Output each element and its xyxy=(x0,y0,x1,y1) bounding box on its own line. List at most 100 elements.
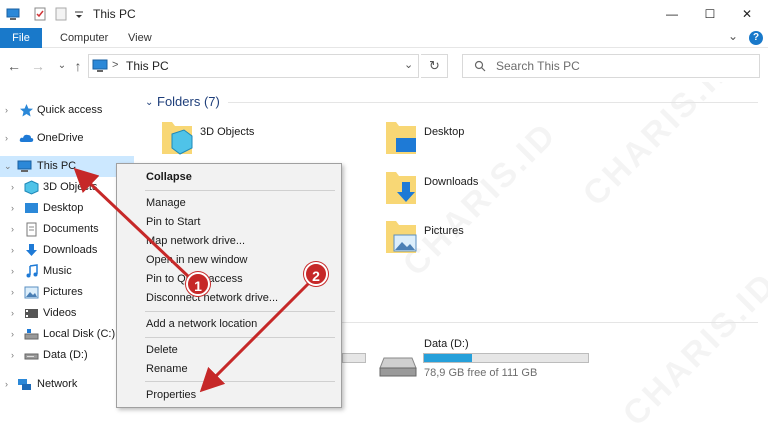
chevron-right-icon[interactable]: › xyxy=(11,308,14,318)
computer-icon xyxy=(6,8,20,20)
back-button[interactable]: ← xyxy=(6,58,22,74)
nav-item-downloads[interactable]: › Downloads xyxy=(0,240,134,261)
nav-item-network[interactable]: › Network xyxy=(0,374,134,395)
properties-icon[interactable] xyxy=(33,7,47,21)
nav-item-this-pc[interactable]: ⌄ This PC xyxy=(0,156,134,177)
chevron-right-icon[interactable]: › xyxy=(5,105,8,115)
search-placeholder: Search This PC xyxy=(496,59,580,73)
pictures-folder-icon xyxy=(386,221,417,253)
chevron-right-icon[interactable]: › xyxy=(11,224,14,234)
nav-item-label: Videos xyxy=(43,307,77,319)
menu-item-rename[interactable]: Rename xyxy=(118,360,340,379)
nav-item-label: Downloads xyxy=(43,244,98,256)
tab-computer[interactable]: Computer xyxy=(50,28,118,48)
drive-icon xyxy=(24,353,39,360)
annotation-badge-2: 2 xyxy=(304,262,328,286)
context-menu: Collapse Manage Pin to Start Map network… xyxy=(116,163,342,408)
customize-toolbar-icon[interactable] xyxy=(72,7,86,21)
minimize-button[interactable]: — xyxy=(652,0,692,28)
document-icon xyxy=(26,222,37,237)
drive-usage-fill xyxy=(424,354,472,362)
nav-item-data-d[interactable]: › Data (D:) xyxy=(0,345,134,366)
group-divider xyxy=(228,102,758,103)
nav-item-quick-access[interactable]: › Quick access xyxy=(0,100,134,121)
chevron-right-icon[interactable]: › xyxy=(11,329,14,339)
refresh-button[interactable]: ↻ xyxy=(421,54,448,78)
menu-item-map-network-drive[interactable]: Map network drive... xyxy=(118,232,340,251)
chevron-down-icon[interactable]: ⌄ xyxy=(4,161,12,172)
nav-item-3d-objects[interactable]: › 3D Objects xyxy=(0,177,134,198)
menu-item-pin-to-start[interactable]: Pin to Start xyxy=(118,213,340,232)
star-icon xyxy=(20,104,33,117)
address-dropdown-button[interactable]: ⌄ xyxy=(404,58,413,71)
cube-folder-icon xyxy=(162,122,193,155)
breadcrumb[interactable]: This PC xyxy=(126,59,169,73)
desktop-icon xyxy=(25,203,38,213)
menu-item-collapse[interactable]: Collapse xyxy=(118,168,340,187)
nav-item-label: 3D Objects xyxy=(43,181,98,193)
nav-item-onedrive[interactable]: › OneDrive xyxy=(0,128,134,149)
tab-view[interactable]: View xyxy=(118,28,162,48)
folders-group-header[interactable]: Folders (7) xyxy=(157,94,220,109)
nav-item-label: This PC xyxy=(37,160,77,172)
folder-pictures[interactable]: Pictures xyxy=(384,217,604,261)
menu-item-properties[interactable]: Properties xyxy=(118,386,340,405)
picture-icon xyxy=(24,286,39,299)
forward-button[interactable]: → xyxy=(30,58,46,74)
up-button[interactable]: ↑ xyxy=(70,58,86,74)
cloud-icon xyxy=(19,134,34,142)
nav-item-desktop[interactable]: › Desktop xyxy=(0,198,134,219)
folder-3d-objects[interactable]: 3D Objects xyxy=(160,118,380,162)
nav-item-music[interactable]: › Music xyxy=(0,261,134,282)
breadcrumb-separator[interactable]: > xyxy=(112,59,118,71)
folder-downloads[interactable]: Downloads xyxy=(384,168,604,212)
nav-item-local-disk-c[interactable]: › Local Disk (C:) xyxy=(0,324,134,345)
desktop-folder-icon xyxy=(386,122,416,154)
nav-item-documents[interactable]: › Documents xyxy=(0,219,134,240)
folder-label: 3D Objects xyxy=(200,126,255,138)
chevron-right-icon[interactable]: › xyxy=(11,182,14,192)
menu-item-disconnect-network-drive[interactable]: Disconnect network drive... xyxy=(118,289,340,308)
new-folder-icon[interactable] xyxy=(54,7,68,21)
chevron-right-icon[interactable]: › xyxy=(11,266,14,276)
nav-item-videos[interactable]: › Videos xyxy=(0,303,134,324)
menu-item-label: Pin to Start xyxy=(146,216,201,228)
menu-item-label: Add a network location xyxy=(146,318,258,330)
drive-label: Data (D:) xyxy=(424,338,469,350)
computer-icon xyxy=(17,160,32,172)
close-button[interactable]: ✕ xyxy=(727,0,767,28)
menu-item-label: Rename xyxy=(146,363,188,375)
chevron-right-icon[interactable]: › xyxy=(11,203,14,213)
tab-file[interactable]: File xyxy=(0,28,42,48)
chevron-right-icon[interactable]: › xyxy=(5,133,8,143)
menu-item-label: Disconnect network drive... xyxy=(146,292,279,304)
menu-separator xyxy=(145,337,335,338)
menu-item-add-network-location[interactable]: Add a network location xyxy=(118,315,340,334)
ribbon-expand-button[interactable]: ⌄ xyxy=(728,29,738,43)
video-icon xyxy=(25,309,38,318)
chevron-right-icon[interactable]: › xyxy=(5,379,8,389)
drive-usage-bar-d xyxy=(423,353,589,363)
drive-usage-bar-c xyxy=(342,353,366,363)
folder-desktop[interactable]: Desktop xyxy=(384,118,604,162)
menu-item-delete[interactable]: Delete xyxy=(118,341,340,360)
help-icon[interactable]: ? xyxy=(749,31,763,45)
chevron-right-icon[interactable]: › xyxy=(11,287,14,297)
ribbon: File Computer View ⌄ ? xyxy=(0,28,768,48)
nav-item-label: OneDrive xyxy=(37,132,84,144)
maximize-button[interactable]: ☐ xyxy=(690,0,730,28)
title-bar: This PC — ☐ ✕ xyxy=(0,0,768,28)
chevron-right-icon[interactable]: › xyxy=(11,245,14,255)
recent-locations-button[interactable]: ⌄ xyxy=(54,58,70,74)
folder-label: Desktop xyxy=(424,126,465,138)
nav-item-pictures[interactable]: › Pictures xyxy=(0,282,134,303)
nav-item-label: Quick access xyxy=(37,104,103,116)
drive-icon xyxy=(24,329,39,340)
group-divider xyxy=(342,322,758,323)
nav-item-label: Network xyxy=(37,378,78,390)
chevron-right-icon[interactable]: › xyxy=(11,350,14,360)
cube-icon xyxy=(24,180,39,195)
network-icon xyxy=(18,379,31,390)
menu-item-manage[interactable]: Manage xyxy=(118,194,340,213)
chevron-down-icon[interactable]: ⌄ xyxy=(145,97,153,108)
